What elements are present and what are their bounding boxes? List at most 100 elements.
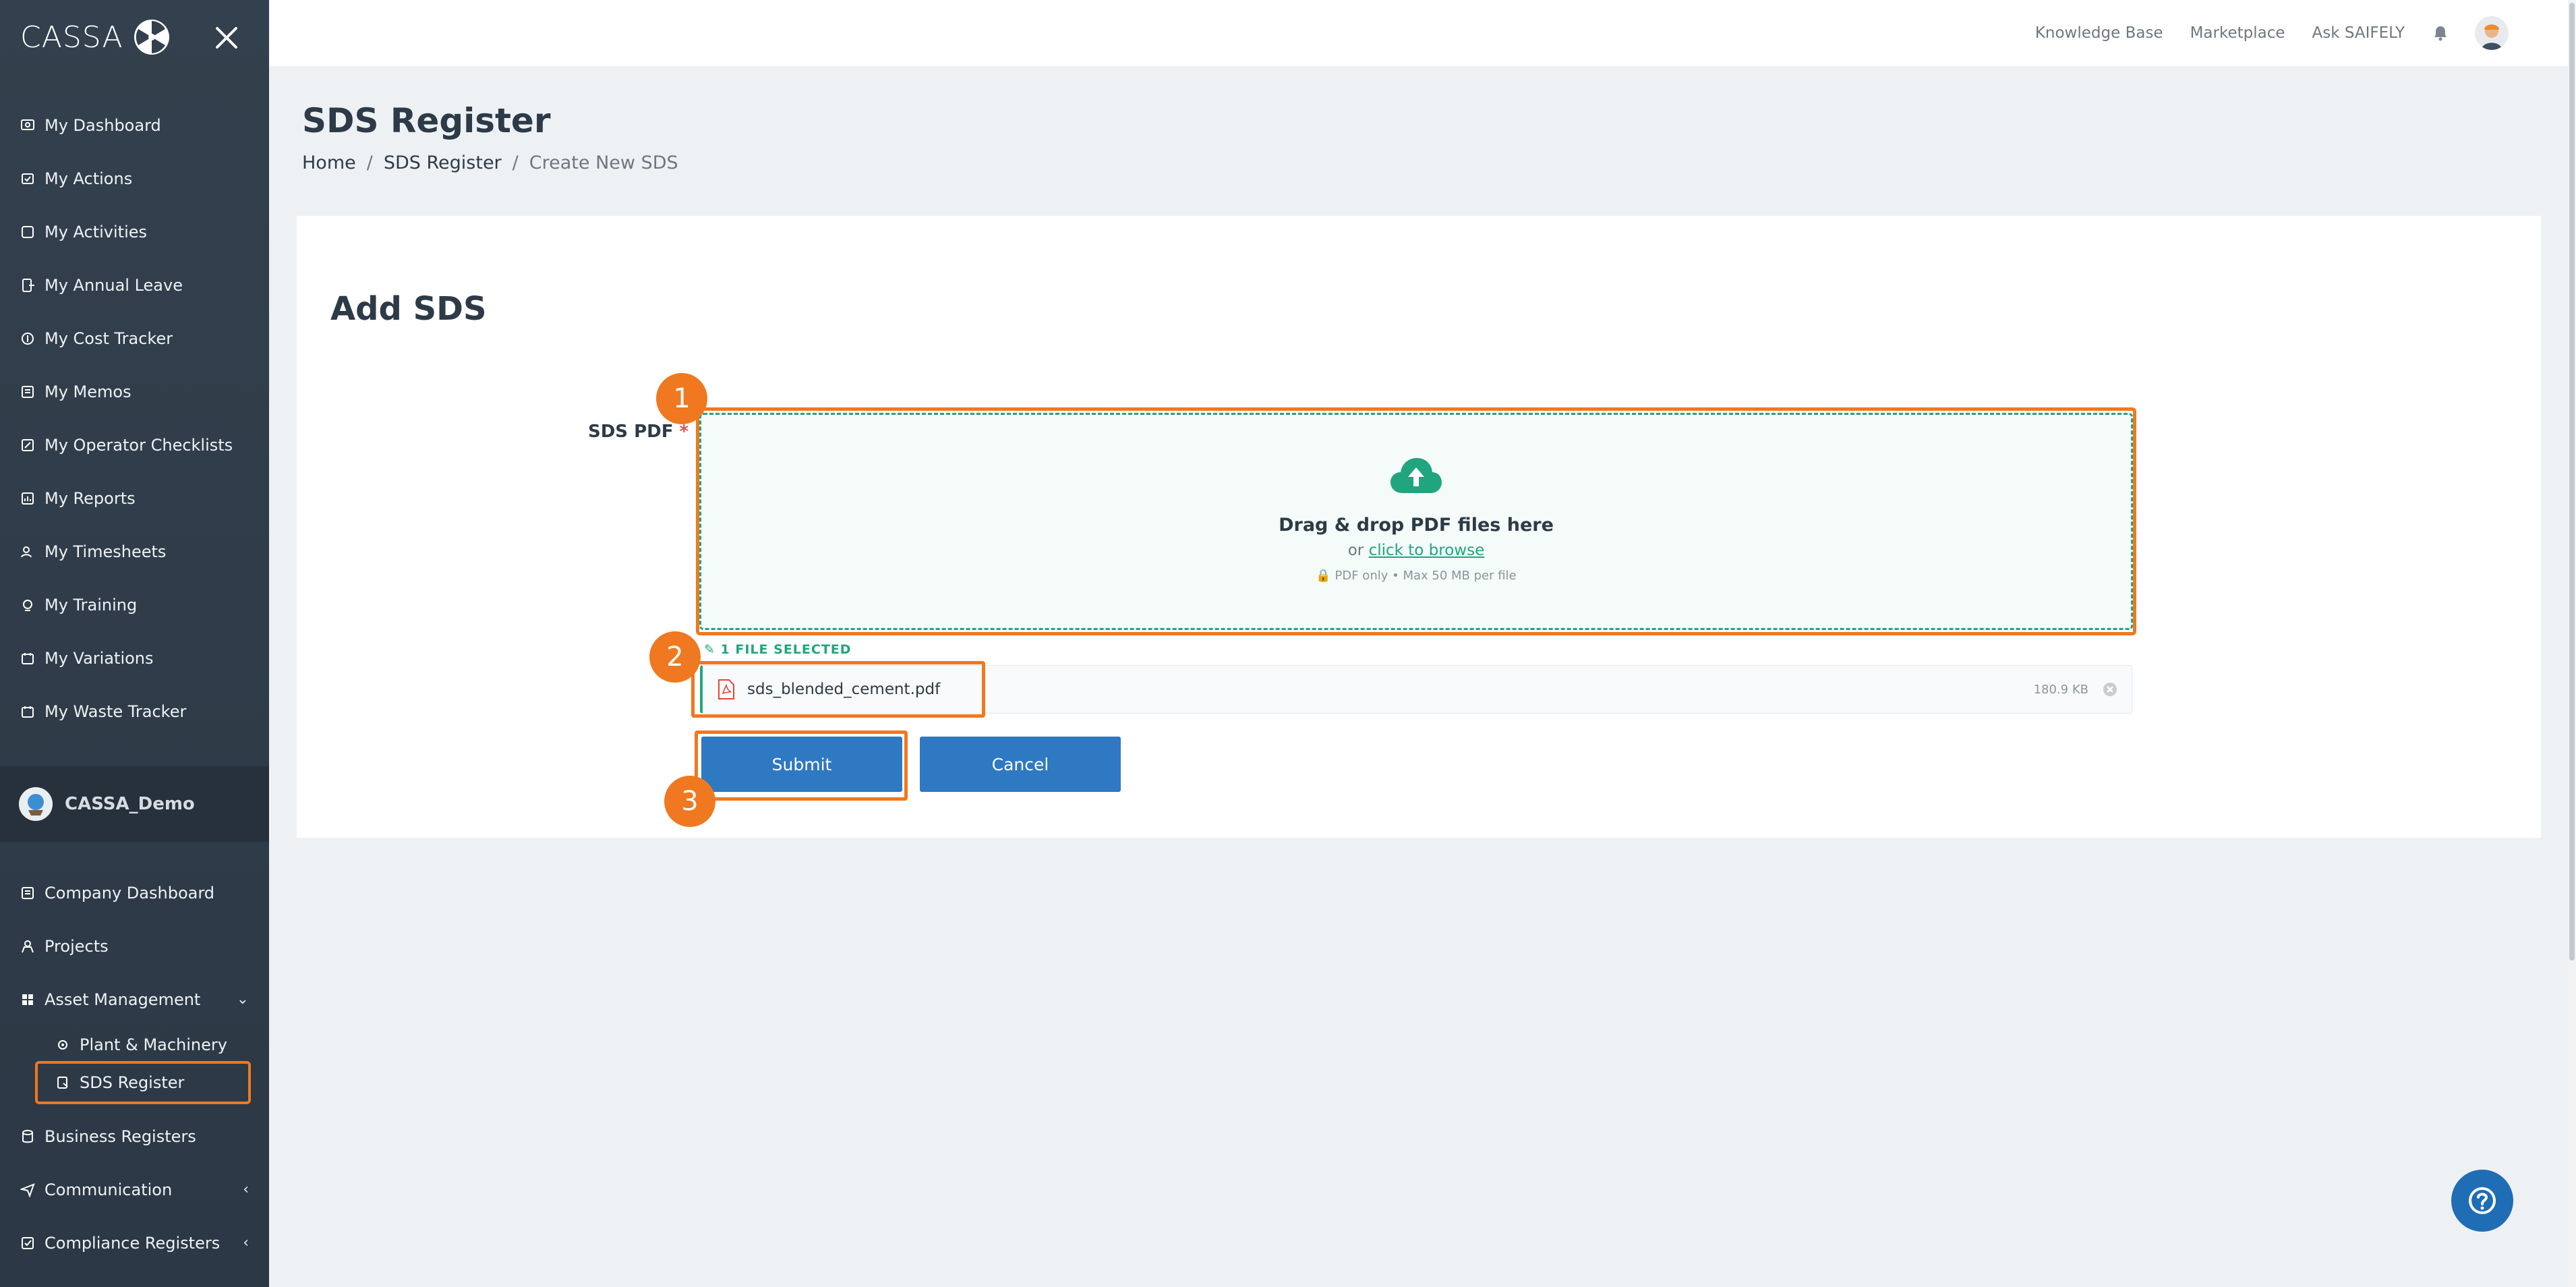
breadcrumb-current: Create New SDS [529,152,678,173]
files-selected-label: ✎ 1 FILE SELECTED [704,642,852,657]
breadcrumb-sds-register[interactable]: SDS Register [384,152,502,173]
memo-icon [22,385,34,398]
annotation-highlight-submit [695,731,908,801]
sidebar-item-my-training[interactable]: My Training [0,578,269,631]
step-badge-1: 1 [656,373,707,424]
sidebar-item-my-operator-checklists[interactable]: My Operator Checklists [0,418,269,471]
sidebar: CASSA My Dashboard My Actions My Activit… [0,0,269,1287]
sidebar-item-my-actions[interactable]: My Actions [0,152,269,205]
reports-icon [22,492,34,505]
sidebar-item-my-cost-tracker[interactable]: My Cost Tracker [0,312,269,365]
checkbox-icon [22,1236,34,1249]
database-icon [22,1129,33,1143]
chevron-down-icon: ⌄ [236,991,249,1008]
sds-pdf-label-text: SDS PDF [588,422,674,442]
sidebar-item-communication[interactable]: Communication ‹ [0,1163,269,1216]
sidebar-item-label: My Operator Checklists [45,435,233,455]
cost-icon [22,332,34,345]
sidebar-item-label: My Variations [45,648,154,668]
sidebar-item-my-memos[interactable]: My Memos [0,365,269,418]
knowledge-base-link[interactable]: Knowledge Base [2035,24,2163,42]
checklist-icon [22,438,34,451]
sidebar-item-label: My Reports [45,488,136,508]
chevron-left-icon: ‹ [243,1181,249,1198]
file-size: 180.9 KB [2033,682,2088,697]
paperclip-icon: ✎ [704,642,715,657]
user-avatar[interactable] [2475,16,2509,50]
sidebar-item-label: Company Dashboard [45,883,215,903]
gear-icon [58,1040,67,1050]
annotation-highlight-dropzone [696,407,2136,635]
form-card: Add SDS SDS PDF * Drag & drop PDF files … [297,216,2541,838]
sidebar-item-plant-machinery[interactable]: Plant & Machinery [0,1026,269,1064]
logo[interactable]: CASSA [20,18,171,56]
close-sidebar-icon[interactable] [210,22,243,54]
sidebar-item-label: My Cost Tracker [45,328,173,348]
sidebar-item-business-registers[interactable]: Business Registers [0,1110,269,1163]
logo-mark-icon [134,20,169,55]
sidebar-item-label: My Memos [45,382,131,401]
sidebar-item-company-dashboard[interactable]: Company Dashboard [0,866,269,919]
sidebar-item-label: Business Registers [45,1126,196,1146]
sidebar-item-compliance-registers[interactable]: Compliance Registers ‹ [0,1216,269,1269]
sidebar-item-my-dashboard[interactable]: My Dashboard [0,98,269,152]
remove-file-icon[interactable] [2102,681,2118,697]
sidebar-item-label: Communication [45,1180,173,1199]
breadcrumb-separator: / [512,152,519,173]
actions-icon [22,173,34,184]
activities-icon [22,225,34,238]
help-button[interactable] [2451,1170,2513,1232]
timesheet-icon [21,546,32,557]
company-avatar [19,787,53,821]
sidebar-item-label: My Training [45,595,138,614]
form-heading: Add SDS [330,290,487,328]
chevron-left-icon: ‹ [243,1234,249,1251]
company-dashboard-icon [22,886,34,899]
breadcrumb-separator: / [366,152,373,173]
top-bar: Knowledge Base Marketplace Ask SAIFELY [269,0,2576,66]
sidebar-item-my-timesheets[interactable]: My Timesheets [0,525,269,578]
sidebar-item-label: Projects [45,936,109,956]
step-badge-3: 3 [664,776,715,827]
sidebar-item-asset-management[interactable]: Asset Management ⌄ [0,973,269,1026]
logo-text: CASSA [20,20,123,55]
projects-icon [22,940,34,952]
training-icon [23,599,32,611]
company-name: CASSA_Demo [65,794,195,814]
sidebar-item-label: My Waste Tracker [45,702,187,721]
sidebar-item-my-reports[interactable]: My Reports [0,471,269,525]
sidebar-item-my-variations[interactable]: My Variations [0,631,269,685]
sidebar-item-label: My Dashboard [45,115,161,135]
breadcrumb-home[interactable]: Home [302,152,356,173]
required-mark: * [679,422,689,442]
scrollbar-thumb[interactable] [2569,3,2575,961]
company-switcher[interactable]: CASSA_Demo [0,766,269,842]
step-badge-2: 2 [649,631,701,683]
annotation-highlight-sds-register [35,1061,251,1104]
send-icon [20,1182,35,1197]
sidebar-item-label: My Timesheets [45,542,167,561]
page-title: SDS Register [302,101,551,140]
variations-icon [22,652,34,664]
personal-nav: My Dashboard My Actions My Activities My… [0,98,269,738]
sidebar-item-label: My Activities [45,222,148,241]
files-selected-text: 1 FILE SELECTED [720,642,852,657]
sidebar-item-label: Asset Management [45,990,201,1009]
bell-icon[interactable] [2432,24,2449,42]
sidebar-item-label: Plant & Machinery [80,1035,227,1054]
sidebar-item-my-annual-leave[interactable]: My Annual Leave [0,258,269,312]
cancel-button[interactable]: Cancel [920,737,1121,792]
sidebar-item-label: My Annual Leave [45,275,183,295]
dashboard-icon [21,119,34,130]
sidebar-item-label: My Actions [45,169,133,188]
sidebar-item-my-waste-tracker[interactable]: My Waste Tracker [0,685,269,738]
ask-saifely-link[interactable]: Ask SAIFELY [2312,24,2405,42]
page-scrollbar[interactable] [2568,0,2576,1287]
grid-icon [22,994,33,1005]
sidebar-item-label: Compliance Registers [45,1233,221,1253]
leave-icon [22,278,34,292]
sds-pdf-label: SDS PDF * [588,422,689,442]
sidebar-item-my-activities[interactable]: My Activities [0,205,269,258]
marketplace-link[interactable]: Marketplace [2190,24,2285,42]
sidebar-item-projects[interactable]: Projects [0,919,269,973]
